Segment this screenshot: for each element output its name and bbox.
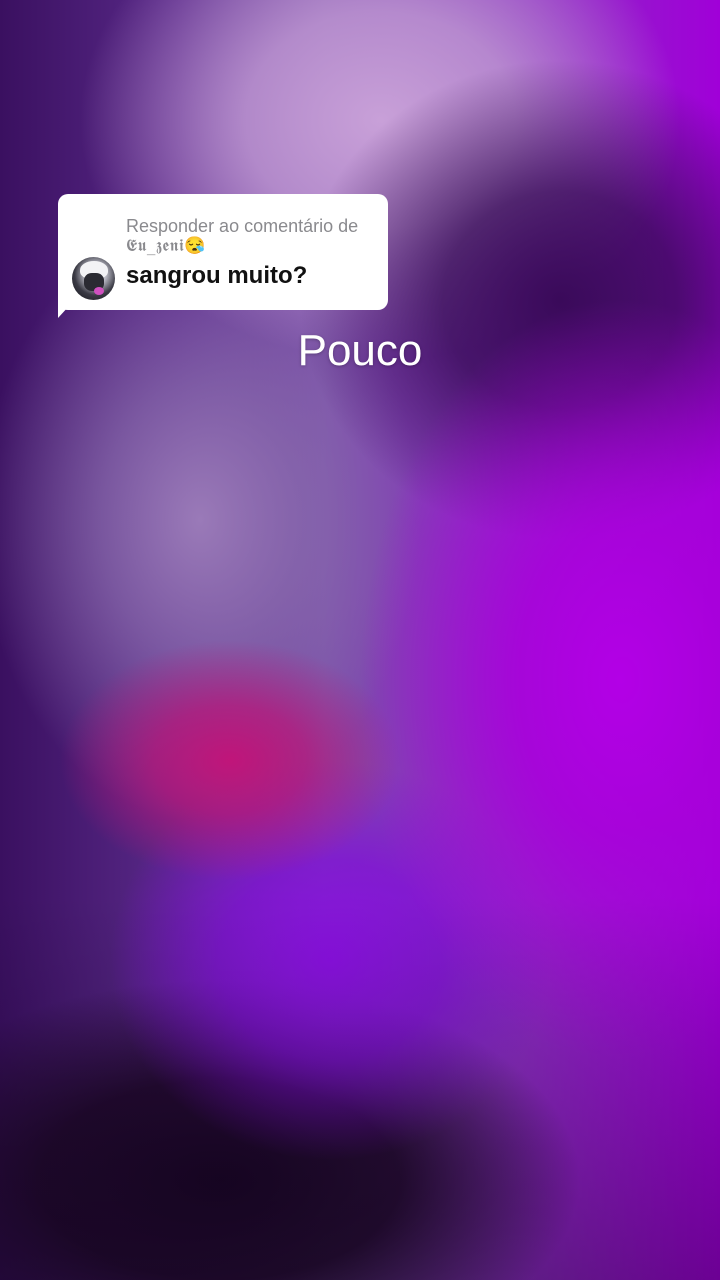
avatar[interactable] bbox=[72, 257, 115, 300]
video-overlay-caption: Pouco bbox=[297, 326, 423, 375]
video-shade bbox=[0, 0, 720, 1280]
video-player[interactable]: Responder ao comentário de 𝕰𝖚_𝖟𝖊𝖓𝖎😪 sang… bbox=[0, 0, 720, 1280]
comment-text: sangrou muito? bbox=[126, 262, 308, 289]
reply-header-label: Responder ao comentário de bbox=[126, 216, 359, 236]
sticker-tail bbox=[58, 294, 80, 318]
reply-comment-sticker[interactable]: Responder ao comentário de 𝕰𝖚_𝖟𝖊𝖓𝖎😪 sang… bbox=[58, 194, 388, 318]
comment-username: 𝕰𝖚_𝖟𝖊𝖓𝖎😪 bbox=[126, 236, 207, 256]
avatar-accent bbox=[94, 287, 104, 295]
